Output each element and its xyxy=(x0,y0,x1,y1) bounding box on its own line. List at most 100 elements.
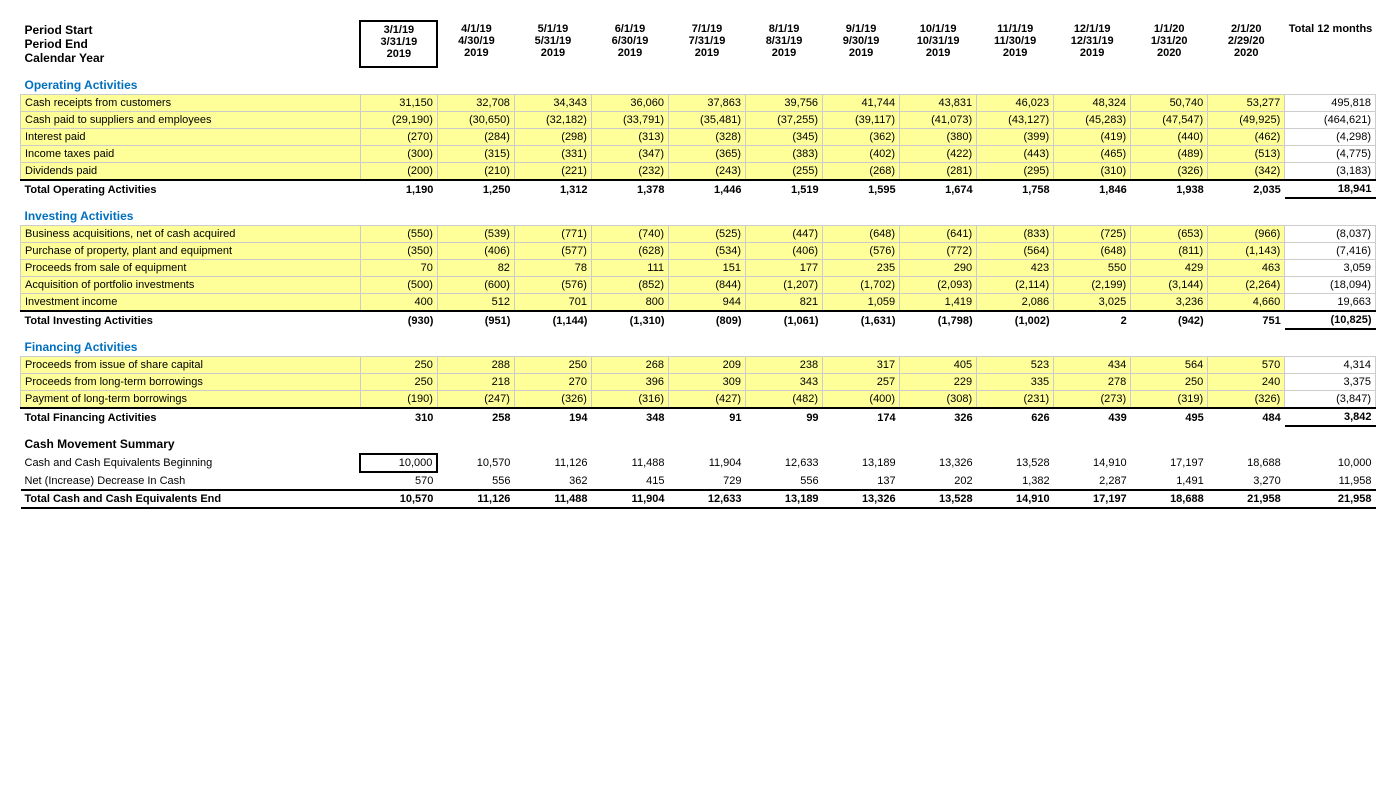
data-cell-10: (653) xyxy=(1131,226,1208,243)
data-cell-7: 229 xyxy=(900,374,977,391)
cash-flow-table-container: Period Start Period End Calendar Year3/1… xyxy=(20,20,1376,509)
header-col-10: 1/1/20 1/31/20 2020 xyxy=(1131,21,1208,67)
data-cell-9: (648) xyxy=(1054,243,1131,260)
total-cell-7: (1,798) xyxy=(900,311,977,329)
data-cell-6: (1,702) xyxy=(823,277,900,294)
summary-cell-8: 1,382 xyxy=(977,472,1054,490)
data-cell-2: (331) xyxy=(514,146,591,163)
summary-cell-4: 11,904 xyxy=(669,454,746,472)
total-row: Total Financing Activities31025819434891… xyxy=(21,408,1376,426)
data-cell-10: 250 xyxy=(1131,374,1208,391)
summary-label: Cash and Cash Equivalents Beginning xyxy=(21,454,361,472)
data-cell-7: 43,831 xyxy=(900,95,977,112)
data-row: Proceeds from sale of equipment708278111… xyxy=(21,260,1376,277)
row-total: 3,375 xyxy=(1285,374,1376,391)
data-cell-7: (41,073) xyxy=(900,112,977,129)
summary-total: 11,958 xyxy=(1285,472,1376,490)
total-cell-8: 626 xyxy=(977,408,1054,426)
total-cell-2: 1,312 xyxy=(514,180,591,198)
summary-cell-1: 556 xyxy=(437,472,514,490)
col-start: 1/1/20 xyxy=(1154,23,1185,35)
row-label: Interest paid xyxy=(21,129,361,146)
total-cell-10: 495 xyxy=(1131,408,1208,426)
data-cell-4: (844) xyxy=(669,277,746,294)
data-cell-7: 290 xyxy=(900,260,977,277)
data-cell-8: 423 xyxy=(977,260,1054,277)
total-cell-10: 1,938 xyxy=(1131,180,1208,198)
data-cell-3: (347) xyxy=(591,146,668,163)
data-cell-4: 37,863 xyxy=(669,95,746,112)
col-year: 2019 xyxy=(618,47,642,59)
data-cell-8: 335 xyxy=(977,374,1054,391)
grand-total-cell-11: 21,958 xyxy=(1208,490,1285,508)
data-row: Cash receipts from customers31,15032,708… xyxy=(21,95,1376,112)
data-cell-10: (489) xyxy=(1131,146,1208,163)
data-cell-10: (319) xyxy=(1131,391,1208,409)
data-row: Cash paid to suppliers and employees(29,… xyxy=(21,112,1376,129)
summary-cell-10: 17,197 xyxy=(1131,454,1208,472)
data-cell-4: 944 xyxy=(669,294,746,312)
data-cell-11: (462) xyxy=(1208,129,1285,146)
data-cell-0: (500) xyxy=(360,277,437,294)
data-row: Payment of long-term borrowings(190)(247… xyxy=(21,391,1376,409)
data-cell-2: 270 xyxy=(514,374,591,391)
summary-cell-11: 18,688 xyxy=(1208,454,1285,472)
data-cell-9: (310) xyxy=(1054,163,1131,181)
total-cell-5: 99 xyxy=(746,408,823,426)
data-cell-6: (576) xyxy=(823,243,900,260)
calendar-year-label: Calendar Year xyxy=(25,51,105,65)
row-label: Proceeds from long-term borrowings xyxy=(21,374,361,391)
row-total: (8,037) xyxy=(1285,226,1376,243)
data-cell-1: (30,650) xyxy=(437,112,514,129)
summary-total: 10,000 xyxy=(1285,454,1376,472)
row-label: Proceeds from sale of equipment xyxy=(21,260,361,277)
data-cell-3: 396 xyxy=(591,374,668,391)
col-end: 9/30/19 xyxy=(843,35,880,47)
col-start: 2/1/20 xyxy=(1231,23,1262,35)
row-label: Acquisition of portfolio investments xyxy=(21,277,361,294)
row-label: Income taxes paid xyxy=(21,146,361,163)
data-cell-10: 429 xyxy=(1131,260,1208,277)
total-cell-2: (1,144) xyxy=(514,311,591,329)
data-cell-6: 257 xyxy=(823,374,900,391)
row-total: (4,298) xyxy=(1285,129,1376,146)
total-cell-3: (1,310) xyxy=(591,311,668,329)
col-start: 3/1/19 xyxy=(384,24,415,36)
data-cell-1: 82 xyxy=(437,260,514,277)
col-end: 3/31/19 xyxy=(381,36,418,48)
col-start: 4/1/19 xyxy=(461,23,492,35)
row-total: 19,663 xyxy=(1285,294,1376,312)
header-col-9: 12/1/19 12/31/19 2019 xyxy=(1054,21,1131,67)
col-year: 2020 xyxy=(1234,47,1258,59)
data-cell-11: 4,660 xyxy=(1208,294,1285,312)
data-cell-9: (419) xyxy=(1054,129,1131,146)
data-cell-2: 701 xyxy=(514,294,591,312)
summary-cell-4: 729 xyxy=(669,472,746,490)
total-cell-0: (930) xyxy=(360,311,437,329)
section-header-financing-activities: Financing Activities xyxy=(21,334,1376,357)
col-year: 2019 xyxy=(464,47,488,59)
section-header-cash-movement-summary: Cash Movement Summary xyxy=(21,431,1376,454)
data-cell-6: (362) xyxy=(823,129,900,146)
total-label: Total Operating Activities xyxy=(21,180,361,198)
data-cell-11: 53,277 xyxy=(1208,95,1285,112)
summary-row: Net (Increase) Decrease In Cash570556362… xyxy=(21,472,1376,490)
data-cell-2: (298) xyxy=(514,129,591,146)
data-row: Investment income4005127018009448211,059… xyxy=(21,294,1376,312)
data-cell-10: (47,547) xyxy=(1131,112,1208,129)
data-cell-6: 317 xyxy=(823,357,900,374)
data-cell-9: 434 xyxy=(1054,357,1131,374)
total-cell-3: 1,378 xyxy=(591,180,668,198)
period-start-label: Period Start xyxy=(25,23,93,37)
data-cell-2: (577) xyxy=(514,243,591,260)
data-cell-3: (852) xyxy=(591,277,668,294)
col-start: 8/1/19 xyxy=(769,23,800,35)
grand-total-row: Total Cash and Cash Equivalents End10,57… xyxy=(21,490,1376,508)
summary-cell-1: 10,570 xyxy=(437,454,514,472)
data-cell-8: (295) xyxy=(977,163,1054,181)
data-cell-3: (33,791) xyxy=(591,112,668,129)
data-cell-6: (648) xyxy=(823,226,900,243)
data-cell-0: 250 xyxy=(360,374,437,391)
data-cell-9: 3,025 xyxy=(1054,294,1131,312)
data-cell-4: (328) xyxy=(669,129,746,146)
